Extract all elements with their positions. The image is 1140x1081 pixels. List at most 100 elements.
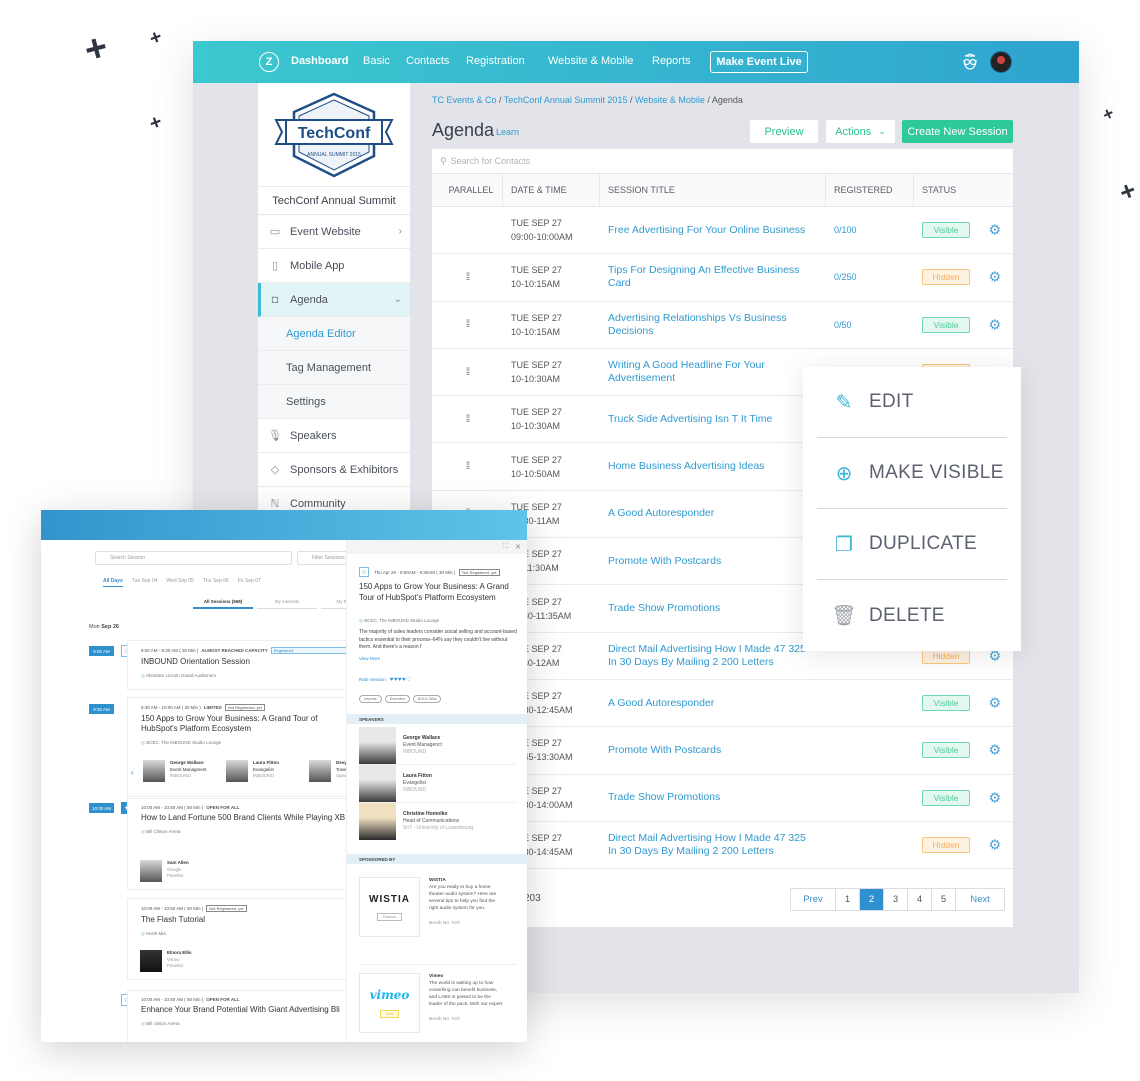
sidebar-item-agenda[interactable]: ◘ Agenda ⌄	[258, 283, 410, 317]
drag-handle-icon[interactable]: ⁞⁞	[432, 443, 503, 489]
session-card[interactable]: 9:30 AM - 10:00 AM ( 30 Min ) LIMITED Not …	[127, 697, 357, 797]
page-button-current[interactable]: 2	[860, 889, 884, 910]
tag-chip[interactable]: Keynote	[359, 695, 382, 703]
nav-website-mobile[interactable]: Website & Mobile	[548, 55, 633, 67]
session-title-link[interactable]: Promote With Postcards	[600, 727, 826, 773]
day-tab[interactable]: Tue Sep 04	[132, 578, 158, 587]
status-badge[interactable]: Visible	[922, 222, 970, 239]
learn-link[interactable]: Learn	[496, 127, 519, 137]
page-button[interactable]: 5	[932, 889, 956, 910]
page-button[interactable]: 3	[884, 889, 908, 910]
speaker-row[interactable]: Christine Homolko Head of Communications S…	[359, 803, 517, 840]
session-title-link[interactable]: A Good Autoresponder	[600, 680, 826, 726]
session-title-link[interactable]: Free Advertising For Your Online Busines…	[600, 207, 826, 253]
speaker-chip[interactable]: George Wallace Event Managment INBOUND	[143, 760, 207, 782]
status-badge[interactable]: Visible	[922, 789, 970, 806]
close-icon[interactable]: ✕	[515, 543, 521, 551]
session-title-link[interactable]: Home Business Advertising Ideas	[600, 443, 826, 489]
menu-item-duplicate[interactable]: ❐ DUPLICATE	[817, 509, 1007, 580]
session-title-link[interactable]: Direct Mail Advertising How I Made 47 32…	[600, 633, 826, 679]
make-event-live-button[interactable]: Make Event Live	[710, 51, 808, 73]
breadcrumb-link[interactable]: Website & Mobile	[635, 95, 705, 105]
nav-registration[interactable]: Registration	[466, 55, 525, 67]
drag-handle-icon[interactable]: ⁞⁞	[432, 302, 503, 348]
sidebar-item-speakers[interactable]: 🎙︎ Speakers	[258, 419, 410, 453]
gear-icon[interactable]: ⚙	[988, 316, 1001, 333]
sidebar-item-mobile-app[interactable]: ▯ Mobile App	[258, 249, 410, 283]
column-header-parallel[interactable]: PARALLEL	[432, 174, 503, 206]
sponsor-card[interactable]: vimeo Gold Vimeo The world is waking up to…	[359, 973, 517, 1033]
sidebar-item-event-website[interactable]: ▭ Event Website ›	[258, 215, 410, 249]
app-logo-icon[interactable]: Z	[259, 52, 279, 72]
speaker-row[interactable]: George Wallace Event Managenct INBOUND	[359, 727, 517, 765]
view-more-link[interactable]: View More	[359, 656, 380, 661]
sidebar-item-sponsors-exhibitors[interactable]: ◇ Sponsors & Exhibitors	[258, 453, 410, 487]
gear-icon[interactable]: ⚙	[988, 837, 1001, 854]
day-tab[interactable]: Fri Sep 07	[238, 578, 261, 587]
day-tab[interactable]: Wed Sep 05	[166, 578, 193, 587]
column-header-date-time[interactable]: DATE & TIME	[503, 174, 600, 206]
menu-item-edit[interactable]: ✎ EDIT	[817, 367, 1007, 438]
heart-rating-icon[interactable]: ♥♥♥♥♡	[390, 676, 412, 683]
session-title-link[interactable]: Direct Mail Advertising How I Made 47 32…	[600, 822, 826, 868]
speaker-row[interactable]: Laura Fitton Evangelist INBOUND	[359, 765, 517, 803]
session-title-link[interactable]: Promote With Postcards	[600, 538, 826, 584]
gear-icon[interactable]: ⚙	[988, 695, 1001, 712]
create-new-session-button[interactable]: Create New Session	[902, 120, 1013, 143]
column-header-status[interactable]: STATUS	[914, 174, 1013, 206]
user-avatar[interactable]	[990, 51, 1012, 73]
drag-handle-icon[interactable]	[432, 207, 503, 253]
day-tab[interactable]: All Days	[103, 578, 123, 587]
status-badge[interactable]: Visible	[922, 742, 970, 759]
column-header-registered[interactable]: REGISTERED	[826, 174, 914, 206]
status-badge[interactable]: Visible	[922, 316, 970, 333]
tag-chip[interactable]: Executive	[384, 695, 411, 703]
gear-icon[interactable]: ⚙	[988, 742, 1001, 759]
session-title-link[interactable]: A Good Autoresponder	[600, 491, 826, 537]
status-badge[interactable]: Visible	[922, 695, 970, 712]
speaker-chip[interactable]: Laura Fitton Evangelist INBOUND	[226, 760, 279, 782]
nav-reports[interactable]: Reports	[652, 55, 691, 67]
gear-icon[interactable]: ⚙	[988, 222, 1001, 239]
page-button[interactable]: 4	[908, 889, 932, 910]
session-card[interactable]: 10:00 AM - 10:50 AM ( 50 Min ) OPEN FOR A…	[127, 990, 357, 1042]
session-title-link[interactable]: Tips For Designing An Effective Business…	[600, 254, 826, 300]
menu-item-make-visible[interactable]: ⊕ MAKE VISIBLE	[817, 438, 1007, 509]
table-row[interactable]: ⁞⁞ TUE SEP 27 10-10:15AM Advertising Relati…	[432, 302, 1013, 349]
speaker-chip[interactable]: Elnora Ellis Vimeo Panelist	[140, 950, 192, 972]
expand-icon[interactable]: ⛶	[503, 543, 508, 551]
table-row[interactable]: ⁞⁞ TUE SEP 27 10-10:15AM Tips For Designing…	[432, 254, 1013, 302]
tab-my-interests[interactable]: My interests	[257, 599, 317, 609]
session-title-link[interactable]: Truck Side Advertising Isn T It Time	[600, 396, 826, 442]
preview-button[interactable]: Preview	[750, 120, 818, 143]
status-badge[interactable]: Hidden	[922, 269, 970, 286]
tag-chip[interactable]: BOLD Talks	[413, 695, 442, 703]
menu-item-delete[interactable]: 🗑︎ DELETE	[817, 580, 1007, 651]
page-button[interactable]: 1	[836, 889, 860, 910]
session-title-link[interactable]: Trade Show Promotions	[600, 775, 826, 821]
tab-all-sessions[interactable]: All Sessions (568)	[193, 599, 253, 609]
sidebar-subitem-agenda-editor[interactable]: Agenda Editor	[258, 317, 410, 351]
nav-contacts[interactable]: Contacts	[406, 55, 449, 67]
search-input[interactable]: ⚲ Search for Contacts	[432, 149, 1013, 174]
breadcrumb-link[interactable]: TechConf Annual Summit 2015	[504, 95, 628, 105]
owl-help-icon[interactable]	[961, 53, 979, 71]
day-tab[interactable]: Thu Sep 06	[203, 578, 229, 587]
next-page-button[interactable]: Next	[956, 889, 1004, 910]
sidebar-subitem-tag-management[interactable]: Tag Management	[258, 351, 410, 385]
speaker-chip[interactable]: Sam Allen Google Panelist	[140, 860, 189, 882]
sponsor-card[interactable]: WISTIA Platinum WISTIA Are you ready to bu…	[359, 877, 517, 937]
nav-dashboard[interactable]: Dashboard	[291, 55, 348, 67]
gear-icon[interactable]: ⚙	[988, 789, 1001, 806]
rate-session[interactable]: Rate Session ♥♥♥♥♡	[359, 676, 412, 683]
sidebar-subitem-settings[interactable]: Settings	[258, 385, 410, 419]
drag-handle-icon[interactable]: ⁞⁞	[432, 349, 503, 395]
session-card[interactable]: 9:00 AM - 9:30 AM ( 30 Min ) ALMOST REACH…	[127, 640, 359, 690]
prev-page-button[interactable]: Prev	[791, 889, 836, 910]
chevron-left-icon[interactable]: ‹	[131, 768, 134, 777]
column-header-session-title[interactable]: SESSION TITLE	[600, 174, 826, 206]
drag-handle-icon[interactable]: ⁞⁞	[432, 396, 503, 442]
session-title-link[interactable]: Advertising Relationships Vs Business De…	[600, 302, 826, 348]
session-search-input[interactable]: Search Session	[95, 551, 292, 565]
table-row[interactable]: TUE SEP 27 09:00-10:00AM Free Advertising …	[432, 207, 1013, 255]
